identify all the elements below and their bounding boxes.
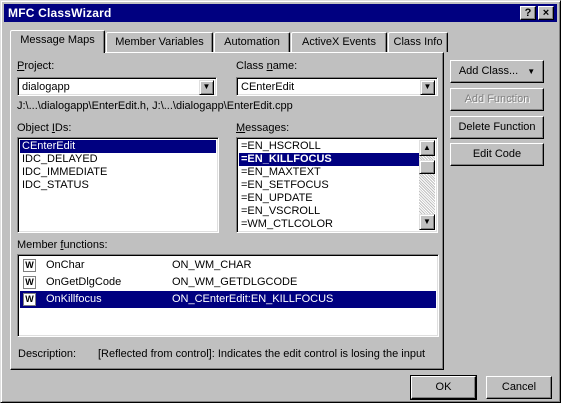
edit-code-label: Edit Code [472, 148, 522, 160]
tab-class-info[interactable]: Class Info [388, 32, 448, 52]
edit-code-button[interactable]: Edit Code [450, 143, 544, 166]
add-class-button[interactable]: Add Class... ▼ [450, 60, 544, 83]
function-name: OnKillfocus [46, 293, 102, 305]
add-function-label: Add Function [464, 93, 530, 105]
member-functions-label: Member functions: [17, 239, 108, 251]
description-label: Description: [18, 348, 77, 360]
file-paths: J:\...\dialogapp\EnterEdit.h, J:\...\dia… [17, 100, 293, 112]
cancel-button[interactable]: Cancel [486, 376, 552, 399]
list-item[interactable]: =EN_KILLFOCUS [239, 153, 419, 166]
windows-message-icon: W [23, 293, 36, 306]
class-name-label: Class name: [236, 60, 298, 72]
member-functions-list[interactable]: W OnChar ON_WM_CHAR W OnGetDlgCode ON_WM… [17, 254, 439, 337]
chevron-down-icon: ▼ [527, 67, 536, 76]
classwizard-dialog: MFC ClassWizard ? × Message Maps Member … [0, 0, 561, 403]
window-title: MFC ClassWizard [8, 6, 112, 20]
messages-list[interactable]: =EN_HSCROLL =EN_KILLFOCUS =EN_MAXTEXT =E… [236, 137, 438, 233]
tab-strip: Message Maps Member Variables Automation… [10, 30, 450, 53]
project-label: Project: [17, 60, 55, 72]
list-item[interactable]: IDC_STATUS [20, 179, 216, 192]
project-combo[interactable]: dialogapp ▼ [17, 77, 217, 96]
chevron-down-icon[interactable]: ▼ [199, 80, 214, 95]
tab-label: Automation [224, 36, 280, 48]
tab-automation[interactable]: Automation [214, 32, 290, 52]
tab-member-variables[interactable]: Member Variables [106, 32, 213, 52]
title-bar[interactable]: MFC ClassWizard ? × [4, 4, 557, 22]
add-function-button[interactable]: Add Function [450, 88, 544, 111]
list-item[interactable]: IDC_IMMEDIATE [20, 166, 216, 179]
windows-message-icon: W [23, 276, 36, 289]
messages-label: Messages: [236, 122, 290, 134]
project-value: dialogapp [22, 81, 70, 93]
object-ids-label: Object IDs: [17, 122, 72, 134]
list-item[interactable]: =EN_MAXTEXT [239, 166, 419, 179]
messages-scrollbar[interactable]: ▲ ▼ [419, 140, 435, 230]
list-item[interactable]: =WM_CTLCOLOR [239, 218, 419, 231]
help-button[interactable]: ? [520, 6, 536, 20]
messages-items: =EN_HSCROLL =EN_KILLFOCUS =EN_MAXTEXT =E… [239, 140, 419, 231]
list-item[interactable]: CEnterEdit [20, 140, 216, 153]
table-row[interactable]: W OnChar ON_WM_CHAR [20, 257, 436, 274]
ok-button[interactable]: OK [410, 375, 477, 400]
function-map: ON_WM_CHAR [172, 259, 252, 271]
chevron-down-icon[interactable]: ▼ [420, 80, 435, 95]
table-row[interactable]: W OnKillfocus ON_CEnterEdit:EN_KILLFOCUS [20, 291, 436, 308]
ok-label: OK [435, 381, 452, 393]
table-row[interactable]: W OnGetDlgCode ON_WM_GETDLGCODE [20, 274, 436, 291]
close-icon: × [542, 7, 550, 19]
class-name-value: CEnterEdit [241, 81, 295, 93]
list-item[interactable]: =EN_HSCROLL [239, 140, 419, 153]
tab-label: Message Maps [20, 34, 95, 46]
scroll-thumb[interactable] [419, 160, 435, 174]
function-map: ON_CEnterEdit:EN_KILLFOCUS [172, 293, 334, 305]
tab-message-maps[interactable]: Message Maps [10, 30, 105, 53]
scroll-up-icon[interactable]: ▲ [419, 140, 435, 156]
tab-label: ActiveX Events [302, 36, 376, 48]
delete-function-button[interactable]: Delete Function [450, 116, 544, 139]
function-name: OnChar [46, 259, 85, 271]
tab-label: Class Info [393, 36, 443, 48]
tab-activex-events[interactable]: ActiveX Events [291, 32, 387, 52]
windows-message-icon: W [23, 259, 36, 272]
delete-function-label: Delete Function [458, 121, 536, 133]
add-class-label: Add Class... [458, 65, 519, 77]
function-name: OnGetDlgCode [46, 276, 122, 288]
tab-label: Member Variables [115, 36, 204, 48]
close-button[interactable]: × [538, 6, 554, 20]
list-item[interactable]: IDC_DELAYED [20, 153, 216, 166]
list-item[interactable]: =EN_SETFOCUS [239, 179, 419, 192]
list-item[interactable]: =EN_VSCROLL [239, 205, 419, 218]
scroll-down-icon[interactable]: ▼ [419, 214, 435, 230]
object-ids-list[interactable]: CEnterEdit IDC_DELAYED IDC_IMMEDIATE IDC… [17, 137, 219, 233]
list-item[interactable]: =EN_UPDATE [239, 192, 419, 205]
function-map: ON_WM_GETDLGCODE [172, 276, 298, 288]
description-text: [Reflected from control]: Indicates the … [98, 348, 426, 360]
cancel-label: Cancel [501, 381, 537, 393]
class-name-combo[interactable]: CEnterEdit ▼ [236, 77, 438, 96]
